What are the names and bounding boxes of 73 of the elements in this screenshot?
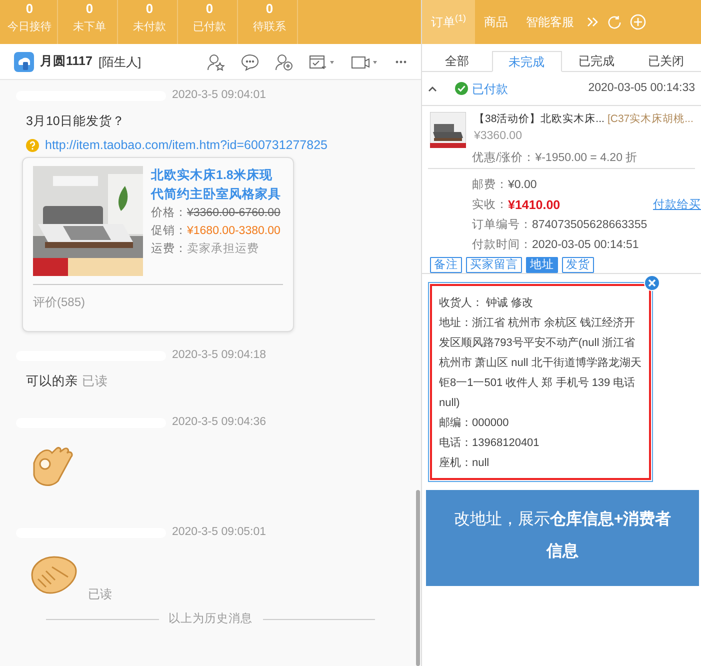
tab[interactable]: 未完成 [492,51,562,72]
caret-icon[interactable] [428,86,437,92]
address-line: 邮编：000000 [439,416,510,431]
more-icon[interactable] [395,60,407,64]
message-time: 2020-3-5 09:04:01 [172,88,266,104]
product-price: ¥3360.00 [474,128,523,144]
scrollbar[interactable] [416,490,420,666]
price-value: ¥1680.00-3380.00 [187,224,280,237]
action-tab[interactable]: 买家留言 [466,257,522,273]
annotation-callout: 改地址，展示仓库信息+消费者信息 [426,490,699,586]
address-line: 收货人： 钟诚 修改 [439,296,534,311]
address-line: 地址：浙江省 杭州市 余杭区 钱江经济开发区顺风路793号平安不动产(null 浙江省杭州市 萧山区 null 北干街道博学路龙湖天钜8一1一501 收件人 郑 手机号 139 电话 null) [439,316,642,411]
discount-text: 优惠/涨价：¥-1950.00 = 4.20 折 [428,148,695,169]
order-time: 2020-03-05 00:14:33 [588,80,695,96]
address-line: 座机：null [439,456,490,471]
help-icon [26,138,39,152]
check-circle-icon [455,82,468,95]
field-label: 订单编号： [472,218,532,233]
product-title[interactable]: 北欧实木床1.8米床现代简约主卧室风格家具 [151,166,283,204]
field-value: 2020-03-05 00:14:51 [532,238,639,253]
contact-avatar-icon [14,52,34,72]
history-divider-label: 以上为历史消息 [168,612,252,626]
stat-label: 已付款 [193,20,226,35]
message-time: 2020-3-5 09:05:01 [172,524,266,540]
stat-value: 0 [206,1,214,16]
price-label: 促销： [151,224,187,237]
field-label: 实收： [472,197,508,213]
field-label: 付款时间： [472,238,532,253]
stat-label: 今日接待 [8,20,52,35]
field-value: 874073505628663355 [532,218,648,233]
contact-tag: [陌生人] [98,52,142,70]
field-value: ¥1410.00 [508,197,560,214]
stat-value: 0 [26,1,34,16]
price-label: 运费： [151,242,187,255]
message-text: 可以的亲 [26,374,78,388]
address-line: 电话：13968120401 [439,436,540,451]
message-text: 3月10日能发货？ [26,114,125,128]
message-time: 2020-3-5 09:04:18 [172,348,266,364]
order-status: 已付款 [472,80,508,98]
close-icon[interactable] [644,275,660,291]
action-tab[interactable]: 备注 [430,257,462,273]
stat-label: 未付款 [133,20,166,35]
product-sku: [C37实木床胡桃... [607,113,694,125]
tab[interactable]: 智能客服 [517,0,583,44]
product-title[interactable]: 【38活动价】北欧实木床... [474,113,604,125]
stat-value: 0 [146,1,154,16]
tab[interactable]: 已完成 [562,51,632,71]
action-tab[interactable]: 地址 [526,257,558,273]
chat-bubble-icon[interactable] [241,52,259,70]
stat-label: 未下单 [73,20,106,35]
contact-name: 月圆1117 [40,53,92,70]
field-value: ¥0.00 [508,178,537,193]
calendar-add-icon[interactable] [309,52,335,70]
person-star-icon[interactable] [207,52,225,70]
tab[interactable]: 商品 [475,0,517,44]
tab[interactable]: 已关闭 [631,51,701,71]
review-count: 评价(585) [33,294,86,311]
stat-value: 0 [266,1,274,16]
link[interactable]: http://item.taobao.com/item.htm?id=600731277825 [45,136,328,153]
price-label: 价格： [151,206,187,219]
tab[interactable]: 全部 [422,51,492,71]
read-receipt: 已读 [88,586,112,602]
price-value: ¥3360.00-6760.00 [187,206,280,219]
product-card[interactable]: 北欧实木床1.8米床现代简约主卧室风格家具 价格：¥3360.00-6760.00 促销：¥1680.00-3380.00 运费：卖家承担运费 评价(585) [22,156,294,332]
stat-value: 0 [86,1,94,16]
read-receipt: 已读 [82,374,108,388]
price-value: 卖家承担运费 [187,242,259,255]
stat-label: 待联系 [253,20,286,35]
action-tab[interactable]: 发货 [562,257,594,273]
message-time: 2020-3-5 09:04:36 [172,414,266,430]
add-person-icon[interactable] [275,52,293,70]
field-label: 邮费： [472,178,508,193]
pay-link[interactable]: 付款给买 [653,195,701,215]
